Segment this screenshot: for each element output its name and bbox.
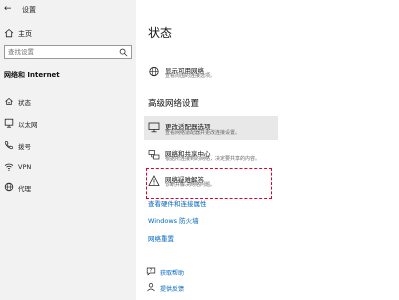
sidebar: ← 设置 主页 网络和 Internet 状态 以太网 bbox=[0, 0, 136, 300]
sidebar-item-ethernet[interactable]: 以太网 bbox=[4, 117, 132, 131]
search-box[interactable] bbox=[4, 45, 132, 59]
sidebar-item-status[interactable]: 状态 bbox=[4, 95, 132, 109]
dialup-icon bbox=[4, 141, 13, 150]
home-label: 主页 bbox=[18, 30, 32, 38]
sidebar-item-vpn[interactable]: VPN bbox=[4, 161, 132, 175]
advanced-settings-heading: 高级网络设置 bbox=[148, 99, 200, 109]
vpn-icon bbox=[4, 163, 14, 171]
help-label: 获取帮助 bbox=[160, 270, 185, 277]
main-content: 状态 显示可用网络 查看周围的连接选项。 高级网络设置 更改适配器选项 查看网络… bbox=[136, 0, 399, 300]
network-globe-icon bbox=[149, 66, 159, 77]
sidebar-item-dialup[interactable]: 拨号 bbox=[4, 139, 132, 153]
home-nav-item[interactable]: 主页 bbox=[4, 28, 124, 40]
sidebar-item-label: 代理 bbox=[18, 185, 31, 193]
sharing-center-icon bbox=[148, 150, 160, 160]
sidebar-item-label: 状态 bbox=[18, 99, 31, 107]
feedback-label: 提供反馈 bbox=[160, 286, 185, 293]
feedback-icon bbox=[147, 283, 155, 292]
home-network-icon bbox=[5, 97, 13, 105]
feedback-link[interactable]: 提供反馈 bbox=[146, 282, 266, 294]
search-input[interactable] bbox=[8, 47, 114, 57]
hardware-properties-link[interactable]: 查看硬件和连接属性 bbox=[148, 198, 207, 208]
page-title: 状态 bbox=[148, 26, 173, 40]
ethernet-icon bbox=[4, 118, 14, 128]
title-bar: ← 设置 bbox=[0, 2, 136, 18]
network-reset-link[interactable]: 网络重置 bbox=[148, 233, 174, 243]
change-adapter-options[interactable]: 更改适配器选项 查看网络适配器并更改连接设置。 bbox=[144, 116, 278, 140]
app-title: 设置 bbox=[22, 6, 36, 14]
get-help-link[interactable]: ? 获取帮助 bbox=[146, 266, 266, 278]
network-sharing-center[interactable]: 网络和共享中心 根据所连接到的网络，决定要共享的内容。 bbox=[144, 147, 278, 165]
adapter-icon bbox=[148, 122, 160, 133]
back-arrow-icon[interactable]: ← bbox=[4, 4, 12, 14]
windows-firewall-link[interactable]: Windows 防火墙 bbox=[148, 215, 199, 225]
sidebar-item-label: VPN bbox=[18, 163, 32, 171]
globe-icon bbox=[4, 182, 14, 192]
show-available-networks[interactable]: 显示可用网络 查看周围的连接选项。 bbox=[144, 64, 278, 82]
row-subtitle: 查看网络适配器并更改连接设置。 bbox=[165, 130, 241, 136]
sidebar-item-proxy[interactable]: 代理 bbox=[4, 181, 132, 195]
home-icon bbox=[4, 28, 14, 38]
sidebar-item-label: 以太网 bbox=[18, 121, 38, 129]
row-subtitle: 根据所连接到的网络，决定要共享的内容。 bbox=[165, 156, 261, 162]
sidebar-item-label: 拨号 bbox=[18, 143, 31, 151]
help-icon: ? bbox=[146, 267, 156, 276]
section-title: 网络和 Internet bbox=[4, 71, 60, 79]
search-icon[interactable] bbox=[119, 48, 128, 57]
row-subtitle: 查看周围的连接选项。 bbox=[165, 73, 216, 79]
highlight-box bbox=[146, 168, 272, 199]
